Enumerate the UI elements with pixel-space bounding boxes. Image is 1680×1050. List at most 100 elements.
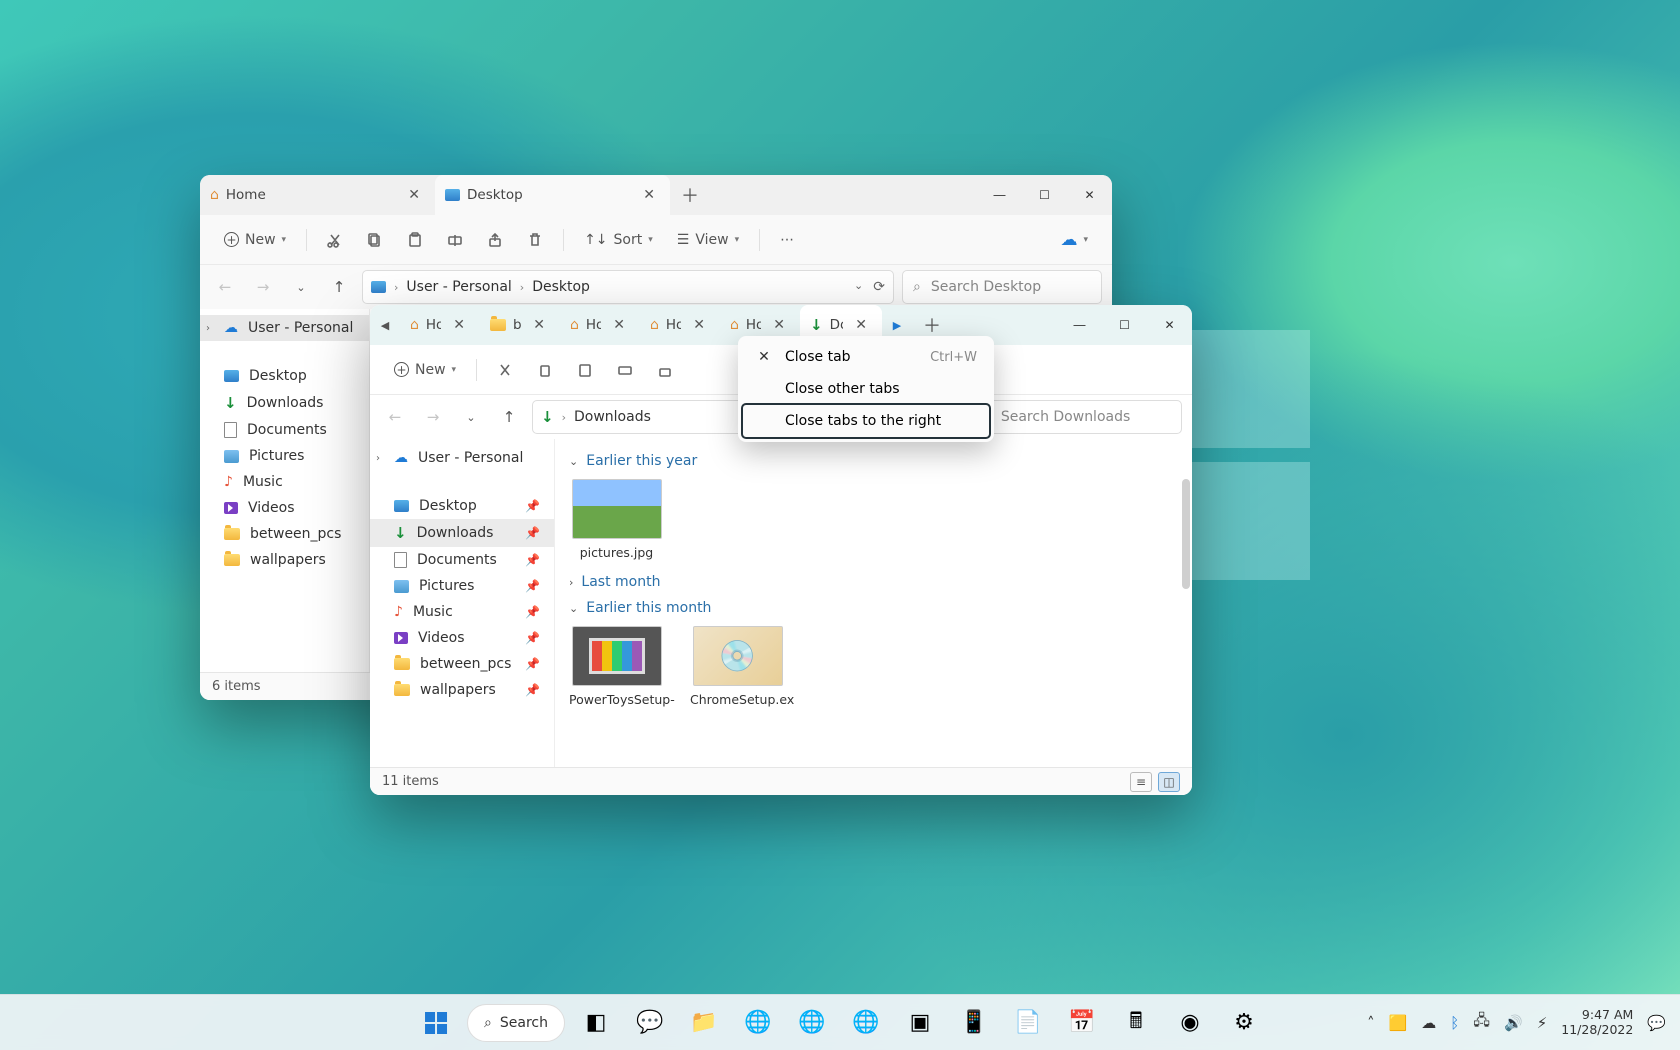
pin-icon[interactable]: 📌	[525, 657, 540, 671]
app-terminal[interactable]: ▣	[897, 1002, 943, 1044]
new-button[interactable]: +New▾	[384, 356, 466, 384]
rename-button[interactable]	[437, 226, 473, 254]
group-earlier-month[interactable]: ⌄Earlier this month	[569, 600, 1178, 616]
onedrive-tray-icon[interactable]: ☁	[1421, 1014, 1436, 1032]
sidebar-item-wallpapers[interactable]: wallpapers📌	[370, 677, 554, 703]
minimize-button[interactable]: ―	[1057, 305, 1102, 345]
sidebar-item-music[interactable]: ♪Music	[200, 469, 369, 495]
cut-button[interactable]	[487, 356, 523, 384]
back-button[interactable]: ←	[210, 272, 240, 302]
menu-close-other-tabs[interactable]: Close other tabs	[743, 373, 989, 405]
chevron-right-icon[interactable]: ›	[206, 323, 210, 334]
recent-button[interactable]: ⌄	[286, 272, 316, 302]
share-button[interactable]	[647, 356, 683, 384]
app-settings[interactable]: ⚙	[1221, 1002, 1267, 1044]
tab-close-icon[interactable]: ✕	[638, 184, 660, 206]
search-box[interactable]: ⌕ Search Downloads	[972, 400, 1182, 434]
sidebar-item-downloads[interactable]: ↓Downloads	[200, 389, 369, 417]
tab-between[interactable]: betw✕	[480, 305, 560, 345]
maximize-button[interactable]: ☐	[1022, 175, 1067, 215]
tab-home-1[interactable]: ⌂Hom✕	[400, 305, 480, 345]
crumb-desktop[interactable]: Desktop	[532, 279, 590, 295]
file-pictures-jpg[interactable]: pictures.jpg	[569, 479, 664, 560]
app-calculator[interactable]: 🖩	[1113, 1002, 1159, 1044]
more-button[interactable]: ⋯	[770, 226, 804, 254]
new-button[interactable]: +New▾	[214, 226, 296, 254]
pin-icon[interactable]: 📌	[525, 499, 540, 513]
address-bar[interactable]: › User - Personal › Desktop ⌄ ⟳	[362, 270, 894, 304]
tab-close-icon[interactable]: ✕	[528, 314, 550, 336]
recent-button[interactable]: ⌄	[456, 402, 486, 432]
app-icon-2[interactable]: ◉	[1167, 1002, 1213, 1044]
app-icon-1[interactable]: 📱	[951, 1002, 997, 1044]
icons-view-button[interactable]: ◫	[1158, 772, 1180, 792]
battery-icon[interactable]: ⚡	[1537, 1014, 1548, 1032]
notifications-icon[interactable]: 💬	[1647, 1014, 1666, 1032]
onedrive-button[interactable]: ☁▾	[1050, 224, 1098, 256]
forward-button[interactable]: →	[248, 272, 278, 302]
search-button[interactable]: ⌕Search	[467, 1004, 565, 1042]
app-edge[interactable]: 🌐	[735, 1002, 781, 1044]
new-tab-button[interactable]: ＋	[670, 175, 710, 215]
group-earlier-year[interactable]: ⌄Earlier this year	[569, 453, 1178, 469]
file-powertoys[interactable]: PowerToysSetup-	[569, 626, 664, 707]
share-button[interactable]	[477, 226, 513, 254]
sidebar-item-music[interactable]: ♪Music📌	[370, 599, 554, 625]
sidebar-item-wallpapers[interactable]: wallpapers	[200, 547, 369, 573]
start-button[interactable]	[413, 1002, 459, 1044]
rename-button[interactable]	[607, 356, 643, 384]
chevron-down-icon[interactable]: ⌄	[854, 279, 863, 295]
volume-icon[interactable]: 🔊	[1504, 1014, 1523, 1032]
tray-overflow[interactable]: ˄	[1367, 1014, 1375, 1032]
sidebar-item-videos[interactable]: Videos	[200, 495, 369, 521]
bluetooth-icon[interactable]: ᛒ	[1450, 1014, 1459, 1032]
up-button[interactable]: ↑	[494, 402, 524, 432]
menu-close-tab[interactable]: ✕ Close tab Ctrl+W	[743, 341, 989, 373]
up-button[interactable]: ↑	[324, 272, 354, 302]
sidebar-item-desktop[interactable]: Desktop📌	[370, 493, 554, 519]
app-edge-beta[interactable]: 🌐	[789, 1002, 835, 1044]
view-button[interactable]: ☰ View▾	[667, 226, 749, 254]
scrollbar[interactable]	[1182, 479, 1190, 589]
sidebar-item-documents[interactable]: Documents	[200, 417, 369, 443]
tab-desktop[interactable]: Desktop ✕	[435, 175, 670, 215]
sort-button[interactable]: ↑↓ Sort▾	[574, 226, 663, 254]
tab-home[interactable]: ⌂ Home ✕	[200, 175, 435, 215]
content-area[interactable]: ⌄Earlier this year pictures.jpg ›Last mo…	[555, 439, 1192, 795]
pin-icon[interactable]: 📌	[525, 553, 540, 567]
pin-icon[interactable]: 📌	[525, 579, 540, 593]
close-button[interactable]: ✕	[1147, 305, 1192, 345]
tab-home-2[interactable]: ⌂Hom✕	[560, 305, 640, 345]
minimize-button[interactable]: ―	[977, 175, 1022, 215]
sidebar-item-betweenpcs[interactable]: between_pcs	[200, 521, 369, 547]
crumb-personal[interactable]: User - Personal	[406, 279, 511, 295]
tab-close-icon[interactable]: ✕	[768, 314, 790, 336]
refresh-icon[interactable]: ⟳	[873, 279, 885, 295]
crumb-downloads[interactable]: Downloads	[574, 409, 651, 425]
close-button[interactable]: ✕	[1067, 175, 1112, 215]
app-notepad[interactable]: 📄	[1005, 1002, 1051, 1044]
copy-button[interactable]	[527, 356, 563, 384]
chevron-right-icon[interactable]: ›	[376, 453, 380, 464]
app-edge-canary[interactable]: 🌐	[843, 1002, 889, 1044]
cut-button[interactable]	[317, 226, 353, 254]
menu-close-tabs-right[interactable]: Close tabs to the right	[743, 405, 989, 437]
app-chat[interactable]: 💬	[627, 1002, 673, 1044]
clock[interactable]: 9:47 AM 11/28/2022	[1561, 1008, 1633, 1037]
forward-button[interactable]: →	[418, 402, 448, 432]
tab-scroll-left[interactable]: ◀	[370, 305, 400, 345]
tab-home-3[interactable]: ⌂Hom✕	[640, 305, 720, 345]
sidebar-item-desktop[interactable]: Desktop	[200, 363, 369, 389]
tab-close-icon[interactable]: ✕	[448, 314, 470, 336]
sidebar-item-videos[interactable]: Videos📌	[370, 625, 554, 651]
sidebar-personal[interactable]: ›☁User - Personal	[200, 315, 369, 341]
tab-close-icon[interactable]: ✕	[688, 314, 710, 336]
pin-icon[interactable]: 📌	[525, 631, 540, 645]
tab-close-icon[interactable]: ✕	[850, 314, 872, 336]
file-chromesetup[interactable]: 💿 ChromeSetup.ex	[690, 626, 785, 707]
copy-button[interactable]	[357, 226, 393, 254]
pin-icon[interactable]: 📌	[525, 526, 540, 540]
sidebar-item-documents[interactable]: Documents📌	[370, 547, 554, 573]
maximize-button[interactable]: ☐	[1102, 305, 1147, 345]
app-calendar[interactable]: 📅	[1059, 1002, 1105, 1044]
